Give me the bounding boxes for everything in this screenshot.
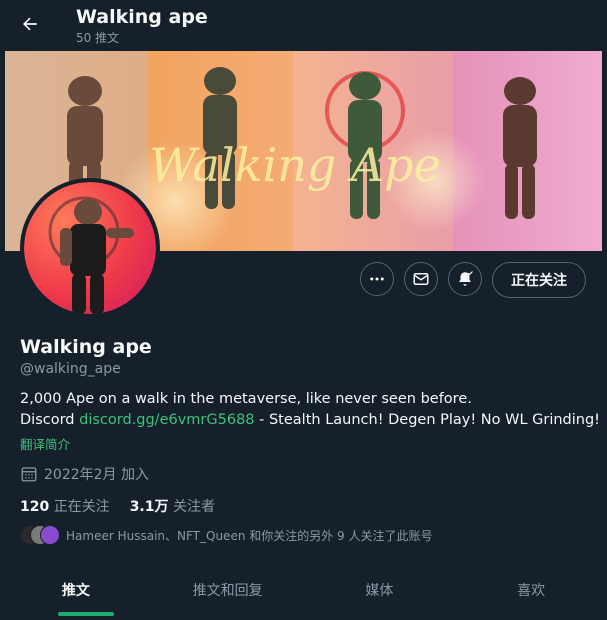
profile-name: Walking ape [20,336,152,358]
following-count: 120 [20,499,50,515]
message-button[interactable] [404,262,438,296]
followed-by-text: Hameer Hussain、NFT_Queen 和你关注的另外 9 人关注了此… [66,528,433,543]
more-icon [370,277,384,281]
following-label: 正在关注 [53,499,110,515]
following-stat[interactable]: 120 正在关注 [20,496,110,516]
tab-media[interactable]: 媒体 [304,566,456,620]
follow-stats: 120 正在关注 3.1万 关注者 [20,496,215,516]
followers-label: 关注者 [172,499,215,515]
avatar [40,525,60,545]
arrow-left-icon [23,17,37,31]
envelope-icon [413,273,429,285]
followed-by[interactable]: Hameer Hussain、NFT_Queen 和你关注的另外 9 人关注了此… [20,525,433,545]
bell-check-icon [459,271,473,286]
bio-prefix: Discord [20,412,80,428]
profile-handle: @walking_ape [20,361,121,377]
following-button[interactable]: 正在关注 [492,262,586,298]
followers-stat[interactable]: 3.1万 关注者 [130,496,215,516]
more-button[interactable] [360,262,394,296]
tab-tweets-replies[interactable]: 推文和回复 [152,566,304,620]
profile-avatar[interactable] [20,178,160,318]
banner-script-text: Walking Ape [149,138,441,192]
translate-bio-link[interactable]: 翻译简介 [20,434,70,453]
follower-avatars [20,525,60,545]
tweet-count: 50 推文 [76,31,120,45]
tab-likes[interactable]: 喜欢 [455,566,607,620]
notifications-button[interactable] [448,262,482,296]
calendar-icon [21,467,37,482]
joined-text: 2022年2月 加入 [44,467,149,483]
bio-line-1: 2,000 Ape on a walk in the metaverse, li… [20,391,472,407]
back-button[interactable] [12,6,48,42]
bio-suffix: - Stealth Launch! Degen Play! No WL Grin… [254,412,600,428]
bio-line-2: Discord discord.gg/e6vmrG5688 - Stealth … [20,412,600,428]
joined-date: 2022年2月 加入 [20,464,149,484]
top-bar: Walking ape 50 推文 [0,0,607,50]
discord-link[interactable]: discord.gg/e6vmrG5688 [79,412,254,428]
followers-count: 3.1万 [129,499,169,515]
active-tab-indicator [58,612,114,616]
header-title: Walking ape [76,6,208,28]
